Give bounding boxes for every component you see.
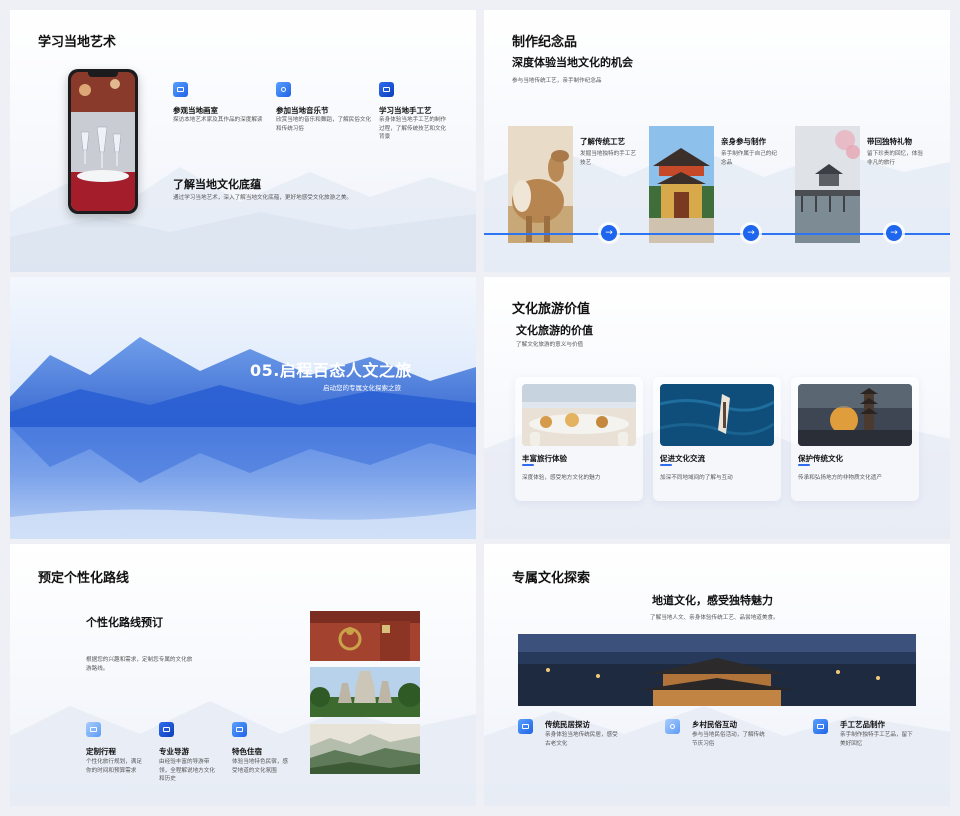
ocean-boat-photo — [660, 384, 774, 446]
next-arrow-button[interactable]: → — [743, 225, 759, 241]
handicraft-icon — [813, 719, 828, 734]
craft-icon — [379, 82, 394, 97]
timeline-line — [484, 233, 950, 235]
blue-mountain-illustration — [10, 337, 476, 539]
value-card[interactable]: 丰富旅行体验 深度体验，感受地方文化的魅力 — [515, 377, 643, 501]
next-arrow-button[interactable]: → — [886, 225, 902, 241]
feature-desc: 亲身体验当地手工艺的制作过程，了解传统技艺和文化背景 — [379, 117, 447, 140]
slide-title: 专属文化探索 — [512, 571, 591, 586]
card-title: 丰富旅行体验 — [522, 454, 567, 463]
accent-bar — [660, 464, 672, 466]
section-desc: 通过学习当地艺术，深入了解当地文化底蕴，更好地感受文化旅游之美。 — [173, 195, 353, 201]
feature-desc: 欣赏当地的音乐和舞蹈，了解民俗文化和传统习俗 — [276, 117, 372, 132]
feature-title: 参加当地音乐节 — [276, 106, 329, 115]
feature-title: 传统民居探访 — [545, 720, 590, 729]
slide-desc: 参与当地传统工艺，亲手制作纪念品 — [512, 78, 602, 84]
slide-desc: 了解文化旅游的意义与价值 — [516, 342, 584, 348]
pagoda-gate-photo — [649, 126, 714, 243]
next-arrow-button[interactable]: → — [601, 225, 617, 241]
music-icon — [276, 82, 291, 97]
slide-title: 学习当地艺术 — [38, 35, 117, 50]
itinerary-icon — [86, 722, 101, 737]
step-title: 亲身参与制作 — [721, 137, 766, 146]
section-desc: 根据您的兴趣和需求，定制您专属的文化旅游路线。 — [86, 657, 193, 672]
gallery-icon — [173, 82, 188, 97]
door-knocker-photo — [310, 611, 420, 661]
section-heading: 了解当地文化底蕴 — [173, 178, 261, 191]
feature-desc: 亲身体验当地传统民居，感受古老文化 — [545, 732, 618, 747]
card-desc: 传承和弘扬地方的非物质文化遗产 — [798, 475, 882, 481]
section-heading: 地道文化，感受独特魅力 — [652, 594, 773, 607]
value-card[interactable]: 促进文化交流 加深不同地域间的了解与互动 — [653, 377, 781, 501]
feature-desc: 个性化旅行规划，满足你的时间和预算需求 — [86, 759, 142, 774]
feature-desc: 体验当地特色民宿，感受地道的文化氛围 — [232, 759, 288, 774]
slide-book-custom-route[interactable]: 预定个性化路线 个性化路线预订 根据您的兴趣和需求，定制您专属的文化旅游路线。 … — [10, 544, 476, 806]
step-title: 了解传统工艺 — [580, 137, 625, 146]
feature-title: 特色住宿 — [232, 747, 262, 756]
lake-pavilion-photo — [795, 126, 860, 243]
slide-subtitle: 深度体验当地文化的机会 — [512, 56, 633, 69]
slide-title: 制作纪念品 — [512, 35, 578, 50]
step-title: 带回独特礼物 — [867, 137, 912, 146]
cover-title: 05.启程百态人文之旅 — [250, 361, 412, 380]
slide-learn-local-art[interactable]: 学习当地艺术 参观当地画室 探访本地艺术家及其作品的深度解读 参加当地音乐节 欣… — [10, 10, 476, 272]
feature-title: 学习当地手工艺 — [379, 106, 432, 115]
camel-craft-photo — [508, 126, 573, 243]
folk-icon — [665, 719, 680, 734]
slide-title: 文化旅游价值 — [512, 302, 591, 317]
feature-title: 手工艺品制作 — [840, 720, 885, 729]
slide-subtitle: 文化旅游的价值 — [516, 324, 593, 337]
misty-hills-photo — [310, 724, 420, 774]
step-desc: 亲手制作属于自己的纪念品 — [721, 151, 777, 166]
lodging-icon — [232, 722, 247, 737]
feature-desc: 亲手制作独特手工艺品，留下美好回忆 — [840, 732, 913, 747]
phone-screen-photo — [71, 72, 135, 211]
card-desc: 深度体验，感受地方文化的魅力 — [522, 475, 601, 481]
guide-icon — [159, 722, 174, 737]
dining-table-photo — [522, 384, 636, 446]
phone-mockup — [68, 69, 138, 214]
slide-title: 预定个性化路线 — [38, 571, 130, 586]
step-desc: 发掘当地独特的手工艺技艺 — [580, 151, 636, 166]
slide-cultural-tourism-value[interactable]: 文化旅游价值 文化旅游的价值 了解文化旅游的意义与价值 丰富旅行体验 深度体验，… — [484, 277, 950, 539]
temple-pagoda-photo — [310, 667, 420, 717]
card-title: 保护传统文化 — [798, 454, 843, 463]
step-desc: 留下珍贵的回忆，体验非凡的旅行 — [867, 151, 923, 166]
slide-section-cover[interactable]: 05.启程百态人文之旅 启动您的专属文化探索之旅 — [10, 277, 476, 539]
feature-desc: 探访本地艺术家及其作品的深度解读 — [173, 117, 263, 123]
pagoda-sunset-photo — [798, 384, 912, 446]
feature-desc: 由经验丰富的导游带领，全程解说地方文化和历史 — [159, 759, 215, 782]
house-icon — [518, 719, 533, 734]
feature-title: 专业导游 — [159, 747, 189, 756]
feature-desc: 参与当地民俗活动，了解传统节庆习俗 — [692, 732, 765, 747]
slide-make-souvenirs[interactable]: 制作纪念品 深度体验当地文化的机会 参与当地传统工艺，亲手制作纪念品 了解传统工… — [484, 10, 950, 272]
accent-bar — [798, 464, 810, 466]
feature-title: 乡村民俗互动 — [692, 720, 737, 729]
cover-subtitle: 启动您的专属文化探索之旅 — [323, 384, 401, 392]
value-card[interactable]: 保护传统文化 传承和弘扬地方的非物质文化遗产 — [791, 377, 919, 501]
card-title: 促进文化交流 — [660, 454, 705, 463]
slide-exclusive-cultural-exploration[interactable]: 专属文化探索 地道文化，感受独特魅力 了解当地人文、亲身体验传统工艺、品尝地道美… — [484, 544, 950, 806]
forbidden-city-night-photo — [518, 634, 916, 706]
card-desc: 加深不同地域间的了解与互动 — [660, 475, 733, 481]
section-desc: 了解当地人文、亲身体验传统工艺、品尝地道美食。 — [650, 615, 779, 621]
accent-bar — [522, 464, 534, 466]
section-heading: 个性化路线预订 — [86, 616, 163, 629]
feature-title: 参观当地画室 — [173, 106, 218, 115]
feature-title: 定制行程 — [86, 747, 116, 756]
